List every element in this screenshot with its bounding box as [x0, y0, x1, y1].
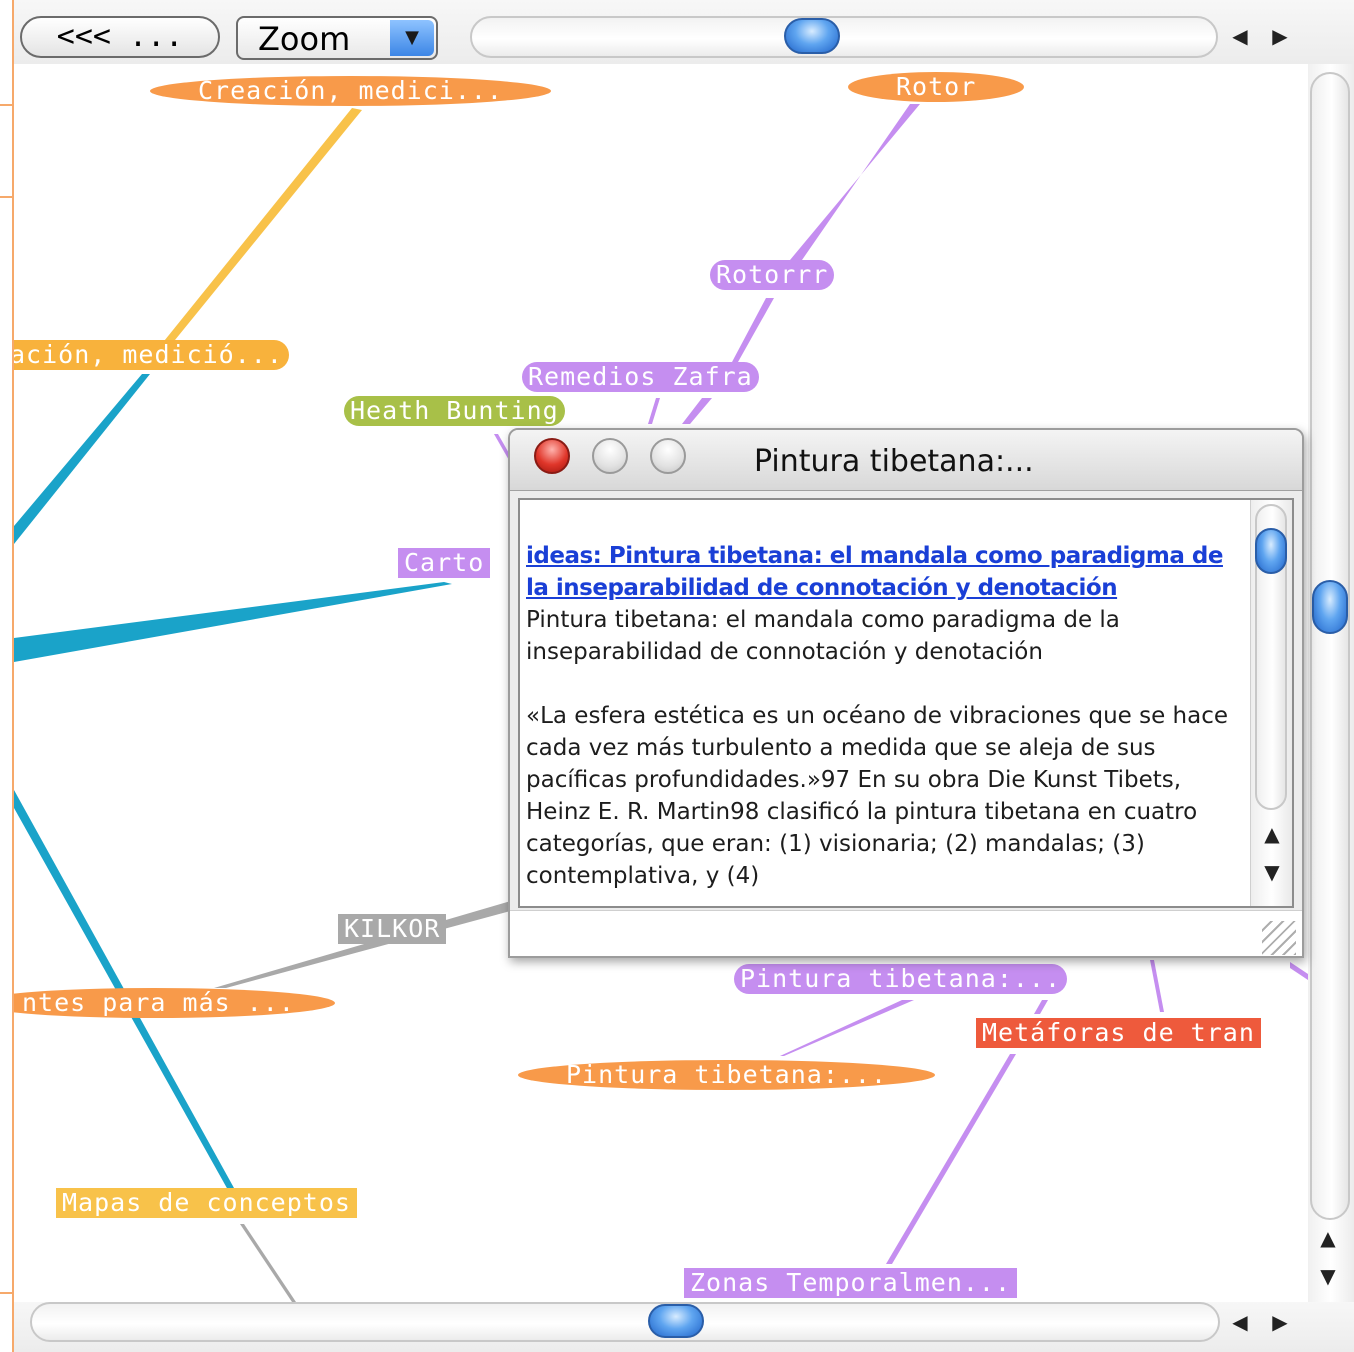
popup-content-pane[interactable]: ideas: Pintura tibetana: el mandala como… — [518, 498, 1294, 908]
popup-text-body: ideas: Pintura tibetana: el mandala como… — [526, 540, 1246, 892]
graph-edge — [732, 298, 774, 362]
zoom-window-button[interactable] — [650, 438, 686, 474]
graph-edge — [152, 108, 362, 356]
window-left-edge — [0, 0, 14, 1352]
scroll-right-arrow-icon[interactable]: ▶ — [1262, 1302, 1298, 1342]
graph-edge — [1034, 1000, 1048, 1014]
popup-titlebar[interactable]: Pintura tibetana:... — [510, 430, 1302, 491]
popup-scroll-up-icon[interactable]: ▲ — [1254, 814, 1290, 854]
graph-edge — [886, 1054, 1016, 1264]
close-button[interactable] — [534, 438, 570, 474]
zoom-select[interactable]: Zoom ▼ — [236, 16, 438, 60]
graph-edge — [240, 1224, 296, 1302]
graph-edge — [780, 1000, 914, 1056]
edge-tick — [0, 196, 12, 198]
bottom-horizontal-scrollbar-thumb[interactable] — [648, 1304, 704, 1338]
edge-tick — [0, 1292, 12, 1294]
chevron-down-icon[interactable]: ▼ — [390, 20, 434, 56]
popup-scroll-down-icon[interactable]: ▼ — [1254, 852, 1290, 892]
graph-node-cartografias[interactable]: Carto — [398, 548, 491, 578]
popup-vertical-scrollbar[interactable]: ▲ ▼ — [1250, 500, 1292, 906]
graph-edge — [790, 104, 920, 260]
graph-node-pintura-tibetana-orange[interactable]: Pintura tibetana:... — [518, 1060, 936, 1090]
popup-footer — [510, 910, 1302, 956]
scroll-left-arrow-icon[interactable]: ◀ — [1222, 1302, 1258, 1342]
popup-body-paragraph: «La esfera estética es un océano de vibr… — [526, 703, 1229, 889]
graph-node-zonas-temporalmen[interactable]: Zonas Temporalmen... — [684, 1268, 1018, 1298]
graph-node-heath-bunting[interactable]: Heath Bunting — [344, 396, 565, 426]
graph-node-mapas-de-conceptos[interactable]: Mapas de conceptos — [56, 1188, 357, 1218]
popup-title: Pintura tibetana:... — [754, 444, 1034, 479]
graph-edge — [682, 398, 712, 424]
bottom-horizontal-scrollbar-track[interactable] — [30, 1302, 1220, 1342]
popup-heading: Pintura tibetana: el mandala como paradi… — [526, 607, 1120, 665]
graph-edge — [648, 398, 660, 424]
scroll-up-arrow-icon[interactable]: ▲ — [1310, 1218, 1346, 1258]
popup-link[interactable]: ideas: Pintura tibetana: el mandala como… — [526, 543, 1223, 601]
node-detail-popup-window[interactable]: Pintura tibetana:... ideas: Pintura tibe… — [508, 428, 1304, 958]
vertical-scrollbar-track[interactable] — [1310, 72, 1350, 1220]
scroll-right-arrow-icon[interactable]: ▶ — [1262, 16, 1298, 56]
graph-node-rotorrr[interactable]: Rotorrr — [710, 260, 835, 290]
graph-node-kilkor[interactable]: KILKOR — [338, 914, 447, 944]
popup-scrollbar-thumb[interactable] — [1255, 528, 1287, 574]
graph-node-pintura-tibetana-purple[interactable]: Pintura tibetana:... — [734, 964, 1068, 994]
top-horizontal-scrollbar-thumb[interactable] — [784, 18, 840, 54]
zoom-select-label: Zoom — [258, 20, 351, 58]
back-button[interactable]: <<< ... — [20, 16, 220, 58]
graph-node-creacion-medici[interactable]: Creación, medici... — [150, 76, 551, 106]
graph-edge — [14, 582, 452, 662]
scroll-down-arrow-icon[interactable]: ▼ — [1310, 1256, 1346, 1296]
graph-edge — [1150, 960, 1164, 1012]
vertical-scrollbar-thumb[interactable] — [1312, 580, 1348, 634]
graph-node-fuentes-para-mas[interactable]: ntes para más ... — [14, 988, 335, 1018]
graph-node-remedios-zafra[interactable]: Remedios Zafra — [522, 362, 759, 392]
graph-node-rotor[interactable]: Rotor — [848, 72, 1025, 102]
graph-edge — [1290, 962, 1308, 980]
graph-node-creacion-medicio[interactable]: ación, medició... — [14, 340, 289, 370]
popup-scrollbar-track[interactable] — [1255, 504, 1287, 810]
graph-node-metaforas-de-tran[interactable]: Metáforas de tran — [976, 1018, 1261, 1048]
edge-tick — [0, 104, 12, 106]
resize-grip-icon[interactable] — [1262, 921, 1296, 955]
scroll-left-arrow-icon[interactable]: ◀ — [1222, 16, 1258, 56]
graph-edge — [14, 374, 150, 544]
top-horizontal-scrollbar-track[interactable] — [470, 16, 1218, 58]
minimize-button[interactable] — [592, 438, 628, 474]
